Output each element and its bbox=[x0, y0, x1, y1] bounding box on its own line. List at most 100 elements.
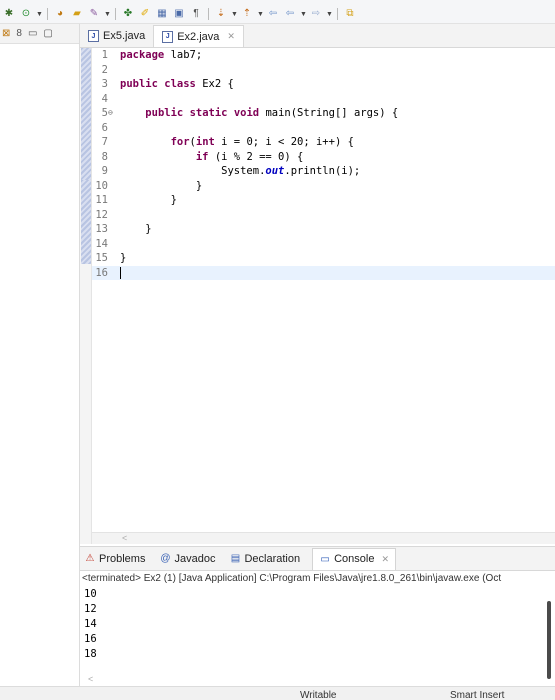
code-line[interactable]: 14 bbox=[92, 237, 555, 252]
next-annotation-icon[interactable]: ⇣ bbox=[214, 7, 228, 21]
java-file-icon: J bbox=[88, 30, 99, 42]
editor-tabs: J Ex5.java J Ex2.java ✕ bbox=[80, 24, 555, 48]
code-text: public class Ex2 { bbox=[120, 78, 234, 90]
line-number: 15 bbox=[95, 252, 108, 264]
debug-icon[interactable]: ✱ bbox=[2, 7, 16, 21]
code-line[interactable]: 10 } bbox=[92, 179, 555, 194]
code-line[interactable]: 6 bbox=[92, 121, 555, 136]
console-vertical-scrollbar[interactable] bbox=[547, 601, 551, 679]
code-line[interactable]: 9 System.out.println(i); bbox=[92, 164, 555, 179]
code-line[interactable]: 7 for(int i = 0; i < 20; i++) { bbox=[92, 135, 555, 150]
tab-problems[interactable]: ⚠ Problems bbox=[82, 548, 147, 570]
run-dropdown-icon[interactable]: ▼ bbox=[36, 11, 43, 18]
tab-label: Console bbox=[334, 553, 375, 565]
new-java-project-icon[interactable]: ◕ bbox=[53, 7, 67, 21]
code-line[interactable]: 1 package lab7; bbox=[92, 48, 555, 63]
code-line[interactable]: 11 } bbox=[92, 193, 555, 208]
code-line[interactable]: 15} bbox=[92, 251, 555, 266]
fold-gutter bbox=[108, 92, 118, 107]
pilcrow-icon[interactable]: ¶ bbox=[189, 7, 203, 21]
scroll-left-icon[interactable]: < bbox=[88, 674, 93, 684]
prev-annotation-dropdown-icon[interactable]: ▼ bbox=[257, 11, 264, 18]
line-number: 1 bbox=[101, 49, 108, 61]
toolbar-separator bbox=[115, 8, 116, 20]
editor-horizontal-scrollbar[interactable]: < bbox=[92, 532, 555, 544]
scroll-left-icon[interactable]: < bbox=[122, 533, 127, 543]
fold-gutter bbox=[108, 135, 118, 150]
fold-toggle-icon[interactable]: ⊖ bbox=[108, 106, 118, 121]
main-toolbar: ✱ ⊙ ▼ ◕ ▰ ✎ ▼ ✤ ✐ ▦ ▣ ¶ ⇣ ▼ ⇡ ▼ ⇦ ⇦ ▼ ⇨ … bbox=[0, 0, 555, 24]
last-edit-icon[interactable]: ⇦ bbox=[266, 7, 280, 21]
forward-dropdown-icon[interactable]: ▼ bbox=[326, 11, 333, 18]
console-output-line: 14 bbox=[84, 618, 97, 630]
fold-gutter bbox=[108, 208, 118, 223]
code-text: } bbox=[120, 223, 152, 235]
close-icon[interactable]: ✕ bbox=[227, 31, 235, 42]
line-number: 6 bbox=[101, 121, 108, 134]
tab-label: Ex2.java bbox=[177, 30, 220, 43]
line-number: 11 bbox=[95, 194, 108, 206]
show-whitespace-icon[interactable]: ▦ bbox=[155, 7, 169, 21]
forward-icon[interactable]: ⇨ bbox=[309, 7, 323, 21]
code-text: } bbox=[120, 179, 203, 192]
maximize-icon[interactable]: ▢ bbox=[43, 28, 52, 39]
toolbar-separator bbox=[208, 8, 209, 20]
console-output[interactable]: 10 12 14 16 18 bbox=[80, 587, 555, 662]
back-icon[interactable]: ⇦ bbox=[283, 7, 297, 21]
code-text: for(int i = 0; i < 20; i++) { bbox=[170, 136, 354, 148]
package-explorer-icon[interactable]: ⊠ bbox=[2, 28, 10, 39]
line-number: 16 bbox=[95, 266, 108, 279]
toolbar-buttons: ✱ ⊙ ▼ ◕ ▰ ✎ ▼ ✤ ✐ ▦ ▣ ¶ ⇣ ▼ ⇡ ▼ ⇦ ⇦ ▼ ⇨ … bbox=[0, 6, 357, 22]
fold-gutter bbox=[108, 237, 118, 252]
link-icon[interactable]: 8 bbox=[16, 28, 22, 39]
fold-gutter bbox=[108, 150, 118, 165]
new-window-icon[interactable]: ⧉ bbox=[343, 7, 357, 21]
line-number: 4 bbox=[101, 92, 108, 105]
prev-annotation-icon[interactable]: ⇡ bbox=[240, 7, 254, 21]
package-explorer-header: ⊠ 8 ▭ ▢ bbox=[0, 24, 79, 44]
code-area[interactable]: 1 package lab7; 2 3 public class Ex2 {4 5 ⊖ pu… bbox=[80, 48, 555, 544]
code-text: if (i % 2 == 0) { bbox=[195, 150, 304, 163]
status-bar: Writable Smart Insert bbox=[0, 686, 555, 700]
fold-gutter bbox=[108, 193, 118, 208]
run-icon[interactable]: ⊙ bbox=[19, 7, 33, 21]
next-annotation-dropdown-icon[interactable]: ▼ bbox=[231, 11, 238, 18]
code-line[interactable]: 2 bbox=[92, 63, 555, 78]
back-dropdown-icon[interactable]: ▼ bbox=[300, 11, 307, 18]
insert-mode-status: Smart Insert bbox=[450, 690, 505, 700]
bottom-panel-tabs: ⚠ Problems @ Javadoc ▤ Declaration ▭ Con… bbox=[80, 547, 555, 571]
code-line[interactable]: 4 bbox=[92, 92, 555, 107]
code-text: } bbox=[120, 252, 127, 264]
writable-status: Writable bbox=[300, 690, 337, 700]
text-cursor bbox=[120, 266, 121, 279]
code-line[interactable]: 5 ⊖ public static void main(String[] args… bbox=[92, 106, 555, 121]
close-icon[interactable]: ✕ bbox=[381, 554, 389, 565]
console-horizontal-scrollbar[interactable]: < bbox=[80, 674, 555, 686]
line-number: 8 bbox=[101, 150, 108, 163]
line-number: 2 bbox=[101, 63, 108, 76]
highlight-icon[interactable]: ✐ bbox=[138, 7, 152, 21]
tab-javadoc[interactable]: @ Javadoc bbox=[157, 548, 217, 570]
code-line[interactable]: 12 bbox=[92, 208, 555, 223]
tools-dropdown-icon[interactable]: ▼ bbox=[104, 11, 111, 18]
tab-declaration[interactable]: ▤ Declaration bbox=[227, 548, 302, 570]
console-panel: ⚠ Problems @ Javadoc ▤ Declaration ▭ Con… bbox=[80, 546, 555, 686]
tab-console[interactable]: ▭ Console ✕ bbox=[312, 547, 396, 570]
wrench-icon[interactable]: ✎ bbox=[87, 7, 101, 21]
code-text: package lab7; bbox=[120, 49, 203, 61]
open-folder-icon[interactable]: ▰ bbox=[70, 7, 84, 21]
console-output-line: 12 bbox=[84, 603, 97, 615]
minimize-icon[interactable]: ▭ bbox=[28, 28, 37, 39]
tab-ex5-java[interactable]: J Ex5.java bbox=[80, 25, 153, 47]
tab-ex2-java[interactable]: J Ex2.java ✕ bbox=[153, 25, 244, 47]
code-line[interactable]: 3 public class Ex2 { bbox=[92, 77, 555, 92]
code-line[interactable]: 13 } bbox=[92, 222, 555, 237]
console-output-line: 18 bbox=[84, 648, 97, 660]
pin-icon[interactable]: ✤ bbox=[121, 7, 135, 21]
code-line[interactable]: 16 bbox=[92, 265, 555, 280]
code-line[interactable]: 8 if (i % 2 == 0) { bbox=[92, 150, 555, 165]
code-text: System.out.println(i); bbox=[120, 165, 361, 177]
block-selection-icon[interactable]: ▣ bbox=[172, 7, 186, 21]
